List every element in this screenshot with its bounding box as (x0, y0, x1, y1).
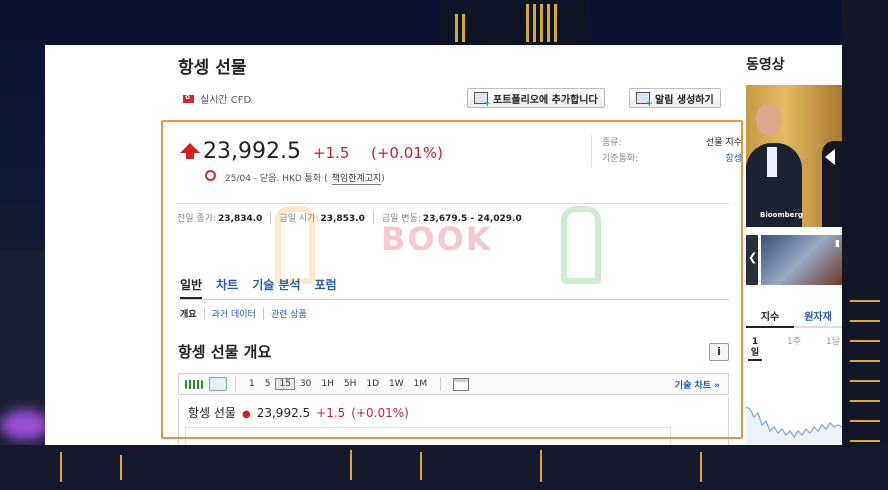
add-portfolio-label: 포트폴리오에 추가합니다 (493, 94, 598, 106)
video-source-label: Bloomberg (760, 211, 803, 219)
period-1w[interactable]: 1주 (787, 337, 801, 361)
add-portfolio-button[interactable]: 포트폴리오에 추가합니다 (467, 88, 605, 109)
tab-indices[interactable]: 지수 (746, 305, 794, 328)
video-carousel: ❮ ▮ (746, 235, 842, 285)
tab-commodities[interactable]: 원자재 (794, 305, 842, 328)
portfolio-icon (474, 92, 491, 109)
market-tabs: 지수 원자재 (746, 305, 842, 328)
video-section-title: 동영상 (746, 57, 785, 73)
hk-flag-icon (183, 94, 194, 103)
page-title: 항셍 선물 (178, 58, 247, 78)
period-1d[interactable]: 1일 (748, 337, 762, 361)
alert-icon (636, 92, 653, 109)
person-shirt (767, 147, 777, 177)
period-1m[interactable]: 1달 (826, 337, 840, 361)
realtime-cfd-label: 실시간 CFD (200, 95, 252, 106)
carousel-thumb[interactable]: ▮ (761, 235, 842, 285)
play-icon[interactable] (825, 149, 835, 165)
carousel-thumb[interactable]: ❮ (746, 235, 758, 285)
sparkline-chart (746, 365, 842, 445)
chevron-left-icon[interactable]: ❮ (748, 251, 757, 264)
content-panel: 항셍 선물 실시간 CFD 포트폴리오에 추가합니다 알림 생성하기 BOOK … (45, 45, 842, 445)
create-alert-button[interactable]: 알림 생성하기 (629, 88, 721, 109)
period-selector: 1일 1주 1달 (748, 337, 840, 361)
cfd-label-row: 실시간 CFD (183, 91, 251, 106)
person-head (756, 103, 782, 135)
video-badge-icon: ▮ (835, 239, 840, 249)
create-alert-label: 알림 생성하기 (655, 94, 714, 106)
highlight-frame (161, 120, 743, 439)
